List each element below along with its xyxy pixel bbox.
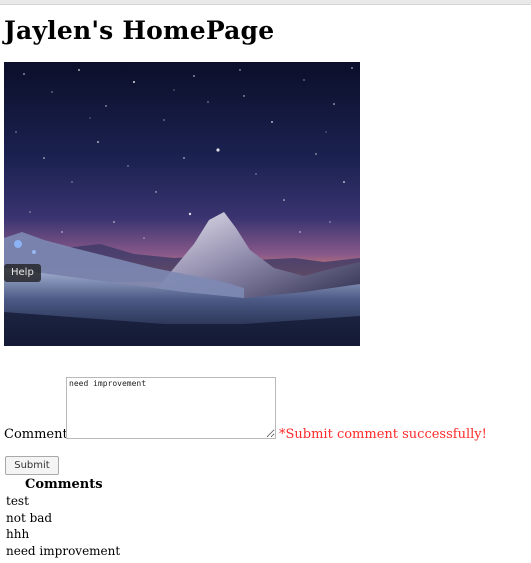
comments-heading: Comments (25, 477, 103, 492)
help-button[interactable]: Help (4, 264, 41, 282)
comment-item: hhh (6, 527, 30, 541)
comment-item: test (6, 494, 29, 508)
browser-top-edge (0, 0, 531, 5)
comment-item: not bad (6, 510, 53, 525)
page-title: Jaylen's HomePage (4, 16, 275, 45)
comment-label: Comment: (4, 427, 73, 442)
comment-form: Comment: need improvement *Submit commen… (4, 377, 524, 442)
submit-button[interactable]: Submit (5, 456, 59, 475)
success-message: *Submit comment successfully! (279, 427, 487, 442)
comment-textarea[interactable]: need improvement (66, 377, 276, 439)
mountain-night-sky-image (4, 62, 360, 346)
comments-list: test not bad hhh need improvement (6, 493, 120, 559)
hero-image (4, 62, 360, 346)
comment-item: need improvement (6, 543, 121, 558)
